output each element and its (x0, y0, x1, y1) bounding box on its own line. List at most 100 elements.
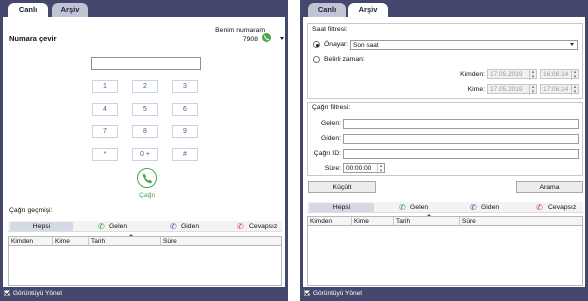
my-number-label: Benim numaram (215, 27, 265, 34)
preset-select-value: Son saat (353, 42, 379, 49)
incoming-call-icon: ✆ (399, 203, 406, 212)
key-3[interactable]: 3 (172, 80, 198, 93)
search-button[interactable]: Arama (516, 181, 583, 193)
incoming-filter-input[interactable] (343, 119, 579, 129)
outgoing-filter-input[interactable] (343, 134, 579, 144)
column-from[interactable]: Kimden (9, 237, 53, 246)
key-1[interactable]: 1 (92, 80, 118, 93)
call-id-label: Çağrı ID: (313, 150, 341, 157)
duration-label: Süre: (324, 165, 341, 172)
duration-value: 00:00:00 (346, 165, 372, 172)
phone-status-icon (262, 33, 271, 42)
duration-field[interactable]: 00:00:00 ▴ ▾ (343, 163, 385, 174)
history-grid-body[interactable] (307, 226, 583, 286)
collapse-button[interactable]: Küçült (308, 181, 376, 193)
incoming-filter-label: Gelen: (320, 120, 341, 127)
date-spinner-icon: ▴ ▾ (529, 85, 536, 95)
column-from[interactable]: Kimden (308, 217, 352, 226)
to-date-value: 17.05.2019 (490, 86, 523, 93)
call-filter-label: Çağrı filtresi: (312, 104, 351, 111)
tab-live[interactable]: Canlı (308, 3, 346, 17)
outgoing-call-icon: ✆ (170, 222, 177, 231)
from-label: Kimden: (460, 71, 485, 78)
history-label: Çağrı geçmişi: (9, 207, 53, 214)
manage-view-label[interactable]: Görüntüyü Yönet (313, 290, 362, 297)
key-4[interactable]: 4 (92, 103, 118, 116)
archive-panel: Canlı Arşiv Saat filtresi: Önayar: Son s… (300, 0, 588, 301)
custom-time-radio-label[interactable]: Belirli zaman: (324, 56, 365, 63)
status-bar: Görüntüyü Yönet (300, 287, 588, 301)
key-5[interactable]: 5 (132, 103, 158, 116)
time-spinner-icon: ▴ ▾ (571, 70, 578, 80)
time-spinner-icon: ▴ ▾ (571, 85, 578, 95)
key-0-plus[interactable]: 0 + (132, 148, 158, 161)
history-grid-body[interactable] (8, 246, 282, 286)
missed-call-icon: ✆ (237, 222, 244, 231)
sort-asc-icon (129, 234, 133, 236)
history-filter-bar: Hepsi ✆ Gelen ✆ Giden ✆ Cevapsız (8, 221, 282, 232)
call-label: Çağrı (139, 192, 156, 199)
column-duration[interactable]: Süre (161, 237, 281, 246)
key-7[interactable]: 7 (92, 125, 118, 138)
duration-spinner-icon[interactable]: ▴ ▾ (377, 164, 384, 174)
key-2[interactable]: 2 (132, 80, 158, 93)
from-date-value: 17.05.2019 (490, 71, 523, 78)
call-id-input[interactable] (343, 149, 579, 159)
from-time-field: 16:06:14 ▴ ▾ (540, 69, 579, 80)
time-filter-label: Saat filtresi: (312, 26, 348, 33)
column-date[interactable]: Tarih (89, 237, 161, 246)
missed-call-icon: ✆ (536, 203, 543, 212)
chevron-down-icon (570, 43, 574, 46)
date-spinner-icon: ▴ ▾ (529, 70, 536, 80)
to-date-field: 17.05.2019 ▴ ▾ (487, 84, 537, 95)
incoming-call-icon: ✆ (98, 222, 105, 231)
history-filter-bar: Hepsi ✆ Gelen ✆ Giden ✆ Cevapsız (307, 202, 583, 213)
key-8[interactable]: 8 (132, 125, 158, 138)
status-bar: Görüntüyü Yönet (0, 287, 288, 301)
to-label: Kime: (467, 86, 485, 93)
history-grid-header: Kimden Kime Tarih Süre (8, 234, 282, 246)
to-time-value: 17:06:14 (543, 86, 569, 93)
custom-time-radio[interactable] (313, 56, 320, 63)
key-9[interactable]: 9 (172, 125, 198, 138)
to-time-field: 17:06:14 ▴ ▾ (540, 84, 579, 95)
outgoing-filter-label: Giden: (320, 135, 341, 142)
tab-live[interactable]: Canlı (8, 3, 48, 18)
filter-incoming-button[interactable]: Gelen (410, 203, 432, 212)
column-duration[interactable]: Süre (460, 217, 582, 226)
filter-missed-button[interactable]: Cevapsız (548, 203, 580, 212)
my-number-value: 7908 (242, 36, 258, 43)
filter-all-button[interactable]: Hepsi (309, 203, 374, 212)
preset-select[interactable]: Son saat (350, 40, 578, 50)
key-star[interactable]: * (92, 148, 118, 161)
live-content: Numara çevir Benim numaram 7908 1 2 3 4 … (3, 17, 285, 287)
filter-all-button[interactable]: Hepsi (10, 222, 73, 231)
archive-content: Saat filtresi: Önayar: Son saat Belirli … (303, 17, 585, 287)
column-to[interactable]: Kime (53, 237, 89, 246)
manage-view-checkbox[interactable] (304, 290, 310, 296)
key-hash[interactable]: # (172, 148, 198, 161)
from-date-field: 17.05.2019 ▴ ▾ (487, 69, 537, 80)
preset-radio-label[interactable]: Önayar: (324, 41, 348, 48)
filter-missed-button[interactable]: Cevapsız (249, 222, 281, 231)
outgoing-call-icon: ✆ (470, 203, 477, 212)
sort-asc-icon (427, 214, 431, 216)
manage-view-checkbox[interactable] (4, 290, 10, 296)
column-to[interactable]: Kime (352, 217, 394, 226)
dial-title: Numara çevir (9, 34, 57, 43)
key-6[interactable]: 6 (172, 103, 198, 116)
phone-icon (142, 173, 152, 183)
preset-radio[interactable] (313, 41, 320, 48)
tab-archive[interactable]: Arşiv (52, 3, 88, 17)
tab-archive[interactable]: Arşiv (348, 3, 388, 18)
chevron-down-icon[interactable] (280, 37, 284, 40)
call-button[interactable] (137, 168, 157, 188)
filter-incoming-button[interactable]: Gelen (109, 222, 131, 231)
from-time-value: 16:06:14 (543, 71, 569, 78)
number-input[interactable] (91, 57, 201, 70)
history-grid-header: Kimden Kime Tarih Süre (307, 214, 583, 226)
column-date[interactable]: Tarih (394, 217, 460, 226)
filter-outgoing-button[interactable]: Giden (481, 203, 503, 212)
manage-view-label[interactable]: Görüntüyü Yönet (13, 290, 62, 297)
filter-outgoing-button[interactable]: Giden (181, 222, 203, 231)
